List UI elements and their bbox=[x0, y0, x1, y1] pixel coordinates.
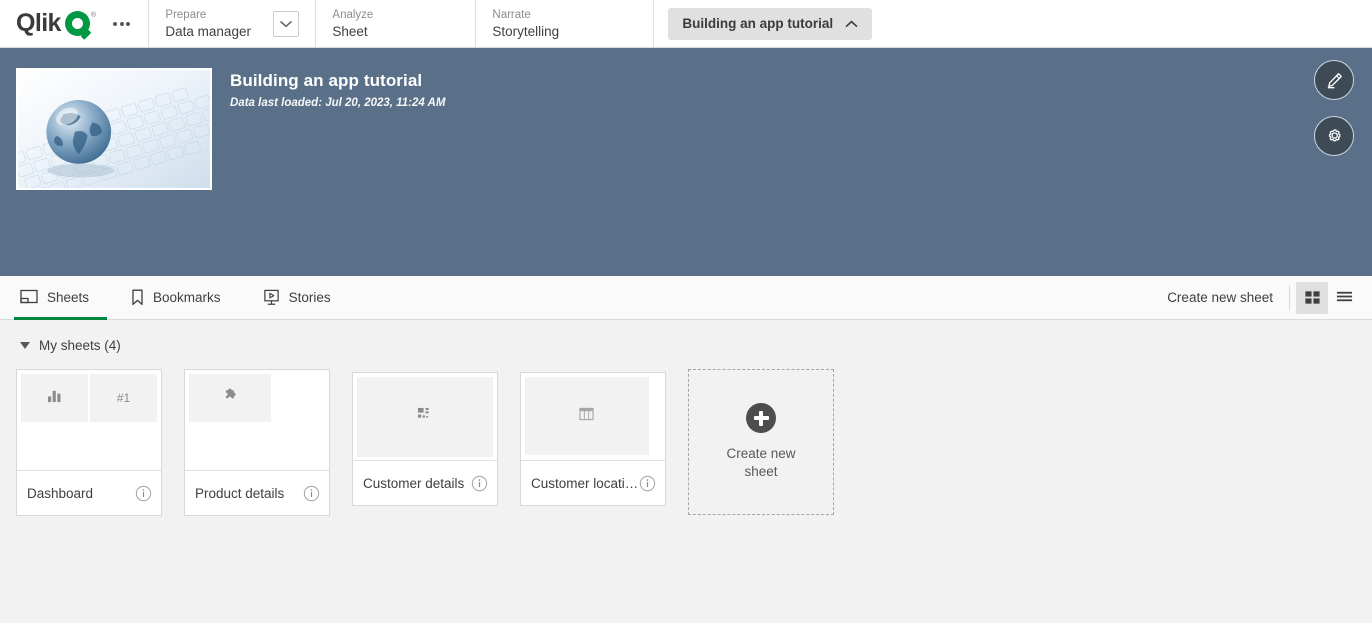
sheet-card-customer-details[interactable]: Customer details bbox=[352, 372, 498, 506]
data-last-loaded: Data last loaded: Jul 20, 2023, 11:24 AM bbox=[230, 97, 446, 109]
app-selector-label: Building an app tutorial bbox=[682, 16, 834, 31]
sheet-card-dashboard[interactable]: #1 Dashboard bbox=[16, 369, 162, 516]
preview-tile-filterpane bbox=[357, 377, 493, 457]
my-sheets-section-header[interactable]: My sheets (4) bbox=[20, 338, 1356, 353]
sheet-title-customer-location: Customer location bbox=[531, 475, 639, 491]
create-new-sheet-label-line2: sheet bbox=[744, 464, 778, 479]
chevron-up-icon bbox=[845, 16, 858, 31]
tab-bookmarks-label: Bookmarks bbox=[153, 289, 221, 305]
nav-section-analyze[interactable]: Analyze Sheet bbox=[316, 0, 477, 47]
sheet-icon bbox=[20, 289, 38, 305]
create-new-sheet-label: Create new sheet bbox=[726, 445, 795, 481]
create-new-sheet-link[interactable]: Create new sheet bbox=[1151, 290, 1289, 305]
nav-section-narrate[interactable]: Narrate Storytelling bbox=[476, 0, 655, 47]
top-navigation-bar: Qlik ® Prepare Data manager Analyze Shee… bbox=[0, 0, 1372, 48]
more-options-icon[interactable] bbox=[109, 16, 134, 32]
create-new-sheet-card[interactable]: Create new sheet bbox=[688, 369, 834, 515]
info-icon[interactable] bbox=[135, 485, 152, 502]
tab-sheets-label: Sheets bbox=[47, 289, 90, 305]
toolbar-divider bbox=[1289, 284, 1290, 311]
sheet-title-product-details: Product details bbox=[195, 485, 285, 501]
sheet-card-footer: Customer details bbox=[353, 461, 497, 505]
content-tab-bar: Sheets Bookmarks Stories Create new shee… bbox=[0, 276, 1372, 320]
story-icon bbox=[263, 289, 280, 306]
qlik-logo-mark-icon bbox=[64, 11, 92, 40]
qlik-logo-text: Qlik bbox=[16, 9, 61, 37]
sheet-preview-customer-details bbox=[353, 373, 497, 461]
preview-tile-puzzle bbox=[189, 374, 271, 422]
tab-bar-actions: Create new sheet bbox=[1151, 276, 1372, 319]
tab-sheets[interactable]: Sheets bbox=[14, 277, 108, 320]
gear-icon bbox=[1325, 127, 1344, 146]
grid-view-icon bbox=[1304, 289, 1321, 306]
preview-tile-table bbox=[525, 377, 649, 455]
app-banner: Building an app tutorial Data last loade… bbox=[0, 48, 1372, 276]
chevron-down-icon[interactable] bbox=[273, 10, 300, 37]
tab-stories-label: Stories bbox=[288, 289, 331, 305]
grid-view-button[interactable] bbox=[1296, 281, 1328, 314]
nav-prepare-value: Data manager bbox=[165, 23, 251, 39]
filter-pane-icon bbox=[417, 407, 433, 427]
sheet-title-customer-details: Customer details bbox=[363, 475, 465, 491]
info-icon[interactable] bbox=[303, 485, 320, 502]
bar-chart-icon bbox=[47, 389, 62, 408]
nav-analyze-labels: Analyze Sheet bbox=[332, 8, 373, 40]
sheet-card-grid: #1 Dashboard Product details Customer de… bbox=[16, 369, 1356, 516]
caret-down-icon bbox=[20, 342, 30, 349]
edit-app-button[interactable] bbox=[1314, 60, 1354, 100]
nav-section-prepare[interactable]: Prepare Data manager bbox=[149, 0, 317, 47]
list-view-button[interactable] bbox=[1328, 282, 1360, 314]
puzzle-icon bbox=[222, 388, 238, 409]
sheet-preview-product-details bbox=[185, 370, 329, 471]
qlik-logo[interactable]: Qlik ® bbox=[16, 9, 96, 40]
list-view-icon bbox=[1335, 289, 1354, 306]
info-icon[interactable] bbox=[471, 475, 488, 492]
sheet-card-footer: Customer location bbox=[521, 461, 665, 505]
sheet-card-customer-location[interactable]: Customer location bbox=[520, 372, 666, 506]
nav-narrate-labels: Narrate Storytelling bbox=[492, 8, 559, 40]
nav-narrate-value: Storytelling bbox=[492, 23, 560, 39]
sheet-preview-customer-location bbox=[521, 373, 665, 461]
sheets-content: My sheets (4) #1 Dashboard Product detai… bbox=[0, 320, 1372, 516]
info-icon[interactable] bbox=[639, 475, 656, 492]
sheet-title-dashboard: Dashboard bbox=[27, 485, 94, 501]
nav-analyze-kicker: Analyze bbox=[332, 8, 374, 21]
sheet-card-footer: Product details bbox=[185, 471, 329, 515]
app-thumbnail bbox=[16, 68, 212, 190]
nav-narrate-kicker: Narrate bbox=[492, 8, 531, 21]
app-title: Building an app tutorial bbox=[230, 71, 423, 90]
nav-analyze-value: Sheet bbox=[332, 23, 368, 39]
pencil-icon bbox=[1325, 71, 1344, 90]
create-new-sheet-label-line1: Create new bbox=[726, 446, 796, 461]
app-settings-button[interactable] bbox=[1314, 116, 1354, 156]
nav-prepare-labels: Prepare Data manager bbox=[165, 8, 251, 40]
my-sheets-heading: My sheets (4) bbox=[39, 338, 121, 353]
nav-prepare-kicker: Prepare bbox=[165, 8, 207, 21]
plus-icon bbox=[746, 403, 776, 433]
tab-stories[interactable]: Stories bbox=[257, 277, 349, 320]
app-banner-text: Building an app tutorial Data last loade… bbox=[230, 68, 445, 276]
app-pill-zone: Building an app tutorial bbox=[654, 0, 1372, 47]
preview-kpi-label: #1 bbox=[116, 391, 131, 405]
app-selector-button[interactable]: Building an app tutorial bbox=[668, 7, 873, 40]
app-banner-actions bbox=[1314, 60, 1354, 156]
sheet-card-footer: Dashboard bbox=[17, 471, 161, 515]
table-icon bbox=[579, 407, 594, 426]
bookmark-icon bbox=[131, 289, 144, 306]
logo-zone: Qlik ® bbox=[0, 0, 150, 47]
preview-tile-barchart bbox=[21, 374, 88, 422]
tab-bookmarks[interactable]: Bookmarks bbox=[125, 277, 239, 320]
sheet-preview-dashboard: #1 bbox=[17, 370, 161, 471]
qlik-logo-trademark: ® bbox=[90, 12, 96, 19]
sheet-card-product-details[interactable]: Product details bbox=[184, 369, 330, 516]
preview-tile-kpi: #1 bbox=[90, 374, 157, 422]
